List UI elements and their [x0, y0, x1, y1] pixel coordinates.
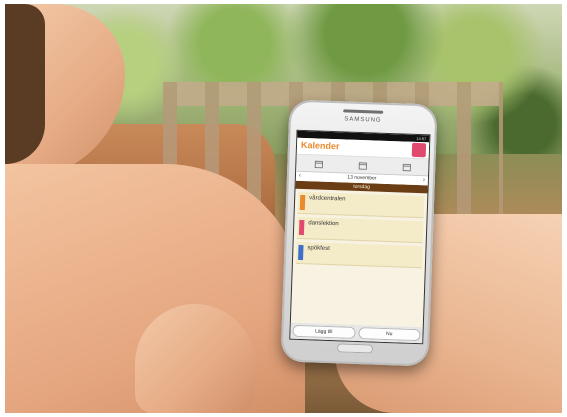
chevron-left-icon[interactable]: ‹ [299, 172, 301, 181]
tab-month[interactable] [384, 158, 429, 176]
event-color-bar [298, 219, 305, 236]
smartphone: SAMSUNG 14:57 Kalender ‹ 13 november › t… [280, 99, 438, 367]
add-button[interactable]: Lägg till [292, 324, 356, 339]
event-name: danslektion [308, 220, 339, 228]
home-button[interactable] [336, 343, 374, 354]
date-label: 13 november [347, 174, 377, 182]
event-color-bar [299, 194, 306, 211]
event-item[interactable]: danslektion [296, 216, 424, 244]
now-button[interactable]: Nu [357, 327, 421, 342]
left-hand [135, 304, 255, 413]
bottom-bar: Lägg till Nu [290, 322, 423, 344]
add-event-button[interactable] [411, 142, 427, 158]
tab-week[interactable] [340, 156, 385, 174]
chevron-right-icon[interactable]: › [423, 176, 425, 185]
phone-screen: 14:57 Kalender ‹ 13 november › torsdag v… [289, 129, 431, 345]
calendar-icon [314, 160, 323, 168]
tab-day[interactable] [296, 155, 341, 173]
event-list: vårdcentralen danslektion spökfest [293, 189, 428, 269]
status-time: 14:57 [416, 135, 427, 142]
phone-brand: SAMSUNG [344, 116, 382, 124]
event-name: spökfest [307, 245, 330, 252]
photo: SAMSUNG 14:57 Kalender ‹ 13 november › t… [5, 4, 562, 413]
speaker [343, 109, 384, 114]
event-item[interactable]: spökfest [295, 241, 423, 269]
person-hair [5, 4, 45, 164]
event-item[interactable]: vårdcentralen [297, 191, 425, 219]
calendar-icon [358, 161, 367, 170]
app-title: Kalender [300, 139, 340, 152]
event-name: vårdcentralen [309, 195, 346, 203]
calendar-icon [402, 163, 411, 171]
event-color-bar [298, 244, 304, 261]
